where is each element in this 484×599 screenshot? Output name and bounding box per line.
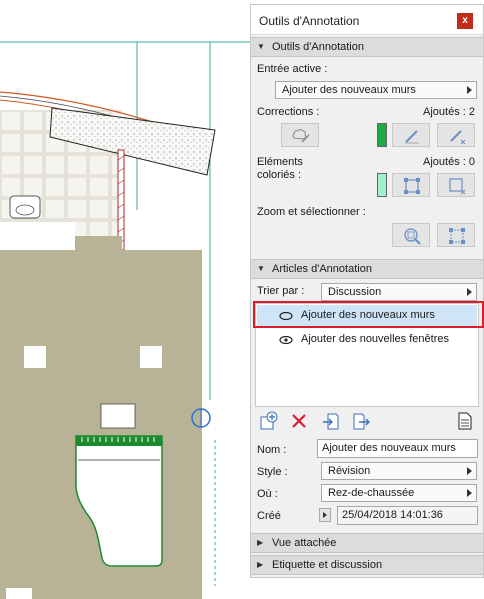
section-header-label-discussion[interactable]: ▶ Etiquette et discussion (251, 555, 483, 575)
dropdown-arrow-icon (467, 467, 472, 475)
created-field: 25/04/2018 14:01:36 (337, 506, 478, 525)
section-header-items[interactable]: ▼ Articles d'Annotation (251, 259, 483, 279)
name-label: Nom : (257, 444, 287, 456)
palette-title: Outils d'Annotation (259, 14, 360, 28)
sort-by-value: Discussion (328, 286, 382, 298)
close-icon: x (462, 15, 468, 26)
colored-elements-label-1: Eléments (257, 156, 303, 168)
select-elements-icon (449, 228, 465, 244)
collapsed-triangle-icon: ▶ (257, 538, 264, 547)
delete-item-button[interactable] (289, 411, 309, 431)
play-arrow-icon (323, 512, 327, 518)
cloud-pencil-icon (292, 129, 310, 143)
zoom-icon (404, 228, 421, 245)
zoom-button[interactable] (392, 223, 430, 247)
floor-plan-drawing (0, 41, 250, 599)
active-entry-dropdown[interactable]: Ajouter des nouveaux murs (275, 81, 477, 99)
style-value: Révision (328, 465, 371, 477)
name-field[interactable]: Ajouter des nouveaux murs (317, 439, 478, 458)
annotation-palette: Outils d'Annotation x ▼ Outils d'Annotat… (250, 4, 484, 578)
section-header-tools[interactable]: ▼ Outils d'Annotation (251, 37, 483, 57)
delete-x-icon (292, 414, 306, 428)
new-item-button[interactable] (259, 411, 279, 431)
colored-elements-count: Ajoutés : 0 (423, 156, 475, 168)
remove-colored-element-button[interactable] (437, 173, 475, 197)
select-button[interactable] (437, 223, 475, 247)
section-title: Vue attachée (272, 537, 337, 549)
sort-by-dropdown[interactable]: Discussion (321, 283, 477, 301)
palette-titlebar[interactable]: Outils d'Annotation x (251, 5, 483, 35)
dropdown-arrow-icon (467, 86, 472, 94)
list-item[interactable]: Ajouter des nouvelles fenêtres (257, 329, 477, 351)
drawing-canvas[interactable] (0, 0, 250, 599)
where-label: Où : (257, 488, 278, 500)
corrections-label: Corrections : (257, 106, 320, 118)
sort-by-label: Trier par : (257, 285, 305, 297)
add-correction-button[interactable] (281, 123, 319, 147)
export-button[interactable] (351, 411, 371, 431)
corrections-color-swatch[interactable] (377, 123, 387, 147)
expanded-triangle-icon: ▼ (257, 264, 265, 273)
active-entry-label: Entrée active : (257, 63, 328, 75)
where-dropdown[interactable]: Rez-de-chaussée (321, 484, 477, 502)
list-item-label: Ajouter des nouvelles fenêtres (301, 333, 449, 345)
style-dropdown[interactable]: Révision (321, 462, 477, 480)
active-entry-value: Ajouter des nouveaux murs (282, 84, 416, 96)
new-annotation-icon (260, 411, 278, 430)
expanded-triangle-icon: ▼ (257, 42, 265, 51)
import-button[interactable] (321, 411, 341, 431)
name-value: Ajouter des nouveaux murs (322, 442, 456, 454)
pencil-icon (405, 130, 419, 144)
import-icon (323, 413, 339, 430)
style-label: Style : (257, 466, 288, 478)
report-button[interactable] (455, 411, 475, 431)
created-value: 25/04/2018 14:01:36 (342, 509, 443, 521)
close-button[interactable]: x (457, 13, 473, 29)
section-header-attached-view[interactable]: ▶ Vue attachée (251, 533, 483, 553)
selected-item-highlight (253, 301, 484, 328)
pencil-remove-icon (450, 130, 466, 145)
colored-elements-label-2: coloriés : (257, 169, 302, 181)
eye-icon (279, 335, 293, 345)
created-expand-button[interactable] (319, 508, 331, 522)
add-colored-element-button[interactable] (392, 173, 430, 197)
where-value: Rez-de-chaussée (328, 487, 415, 499)
colored-elements-swatch[interactable] (377, 173, 387, 197)
dropdown-arrow-icon (467, 489, 472, 497)
section-title: Articles d'Annotation (272, 263, 372, 275)
select-box-remove-icon (449, 178, 466, 195)
dropdown-arrow-icon (467, 288, 472, 296)
collapsed-triangle-icon: ▶ (257, 560, 264, 569)
export-icon (353, 413, 370, 430)
zoom-select-label: Zoom et sélectionner : (257, 206, 366, 218)
edit-correction-button[interactable] (392, 123, 430, 147)
section-title: Outils d'Annotation (272, 41, 364, 53)
select-box-icon (404, 178, 420, 194)
report-document-icon (458, 412, 472, 430)
section-title: Etiquette et discussion (272, 559, 383, 571)
corrections-count: Ajoutés : 2 (423, 106, 475, 118)
created-label: Créé (257, 510, 281, 522)
remove-correction-button[interactable] (437, 123, 475, 147)
